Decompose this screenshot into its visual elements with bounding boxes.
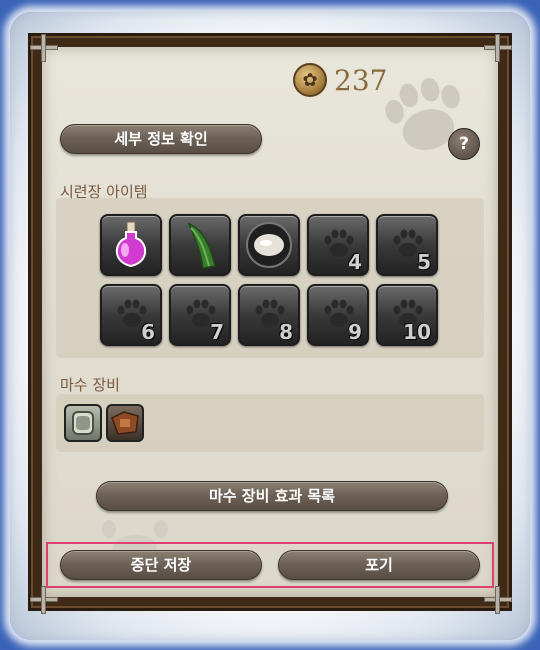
slot-number: 9 xyxy=(348,320,362,344)
bracer-icon xyxy=(72,411,94,435)
saddle-icon xyxy=(111,411,139,435)
item-slot[interactable]: 5 xyxy=(376,214,438,276)
salt-bowl-icon xyxy=(246,222,292,268)
item-slot[interactable] xyxy=(238,214,300,276)
slot-number: 5 xyxy=(417,250,431,274)
item-slot[interactable] xyxy=(169,214,231,276)
slot-number: 10 xyxy=(403,320,431,344)
item-slot[interactable]: 4 xyxy=(307,214,369,276)
give-up-button[interactable]: 포기 xyxy=(278,550,480,580)
corner-bolt-icon xyxy=(484,586,512,614)
help-button[interactable]: ? xyxy=(448,128,480,160)
equipment-slot[interactable] xyxy=(64,404,102,442)
item-slot[interactable]: 10 xyxy=(376,284,438,346)
coin-icon xyxy=(293,63,327,97)
slot-number: 4 xyxy=(348,250,362,274)
item-slot[interactable]: 8 xyxy=(238,284,300,346)
item-slot[interactable]: 9 xyxy=(307,284,369,346)
details-button[interactable]: 세부 정보 확인 xyxy=(60,124,262,154)
currency-amount: 237 xyxy=(334,64,388,97)
item-slot[interactable]: 6 xyxy=(100,284,162,346)
corner-bolt-icon xyxy=(484,34,512,62)
corner-bolt-icon xyxy=(30,34,58,62)
equipment-effects-button[interactable]: 마수 장비 효과 목록 xyxy=(96,481,448,511)
leaf-icon xyxy=(187,222,216,269)
equipment-slot[interactable] xyxy=(106,404,144,442)
suspend-save-button[interactable]: 중단 저장 xyxy=(60,550,262,580)
item-slot[interactable]: 7 xyxy=(169,284,231,346)
slot-number: 8 xyxy=(279,320,293,344)
slot-number: 7 xyxy=(210,320,224,344)
item-slot[interactable] xyxy=(100,214,162,276)
potion-icon xyxy=(115,221,147,268)
beast-equipment-label: 마수 장비 xyxy=(60,376,120,394)
corner-bolt-icon xyxy=(30,586,58,614)
slot-number: 6 xyxy=(141,320,155,344)
